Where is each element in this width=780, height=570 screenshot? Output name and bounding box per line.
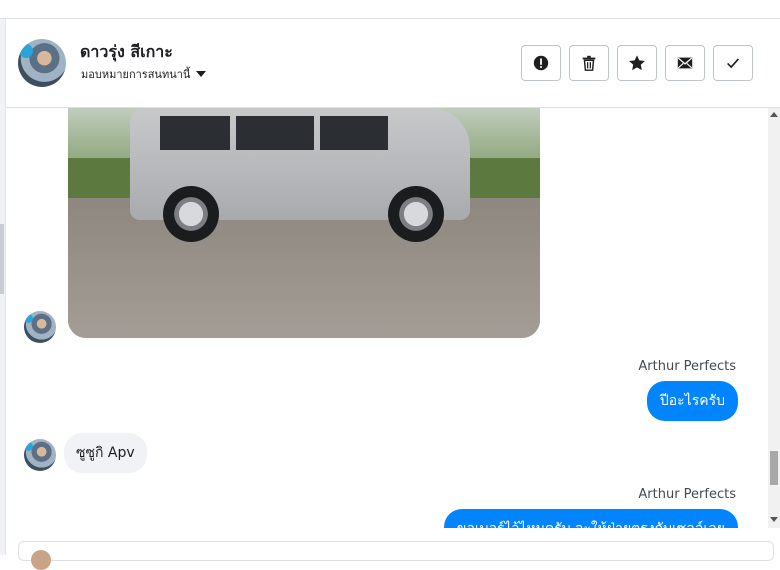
- thread-scrollbar[interactable]: [768, 108, 780, 528]
- contact-avatar-small[interactable]: [24, 439, 56, 471]
- star-button[interactable]: [617, 45, 657, 81]
- contact-avatar[interactable]: [18, 39, 66, 87]
- top-strip: [0, 0, 780, 19]
- checkmark-icon: [727, 58, 740, 69]
- mark-unread-button[interactable]: [665, 45, 705, 81]
- van-window: [236, 116, 314, 150]
- van-window: [320, 116, 388, 150]
- scrollbar-thumb[interactable]: [770, 451, 778, 485]
- van-window: [160, 116, 230, 150]
- action-toolbar: [521, 45, 753, 81]
- van-wheel: [163, 186, 219, 242]
- message-bubble-outgoing[interactable]: ปีอะไรครับ: [646, 381, 738, 421]
- contact-name[interactable]: ดาวรุ่ง สีเกาะ: [80, 40, 173, 65]
- star-icon: [629, 55, 645, 71]
- message-image[interactable]: [68, 108, 540, 338]
- composer-avatar: [31, 550, 51, 570]
- exclamation-circle-icon: [533, 55, 549, 71]
- message-composer[interactable]: [18, 541, 774, 570]
- caret-down-icon: [196, 71, 207, 77]
- avatar-badge: [24, 442, 33, 451]
- trash-icon: [582, 55, 596, 71]
- sender-name: Arthur Perfects: [638, 359, 736, 374]
- message-thread[interactable]: Arthur Perfects ปีอะไรครับ ซูซูกิ Apv Ar…: [6, 108, 768, 528]
- spam-button[interactable]: [521, 45, 561, 81]
- message-bubble-outgoing[interactable]: ขอเบอร์ไว้ไหมครับ จะให้ฝ่ายตรงกับเซลล์เล…: [443, 509, 738, 528]
- scroll-up-arrow-icon[interactable]: [770, 112, 778, 117]
- avatar-badge: [19, 44, 33, 58]
- scroll-down-arrow-icon[interactable]: [770, 517, 778, 522]
- mark-done-button[interactable]: [713, 45, 753, 81]
- left-scrollbar-thumb[interactable]: [0, 224, 4, 294]
- sender-name: Arthur Perfects: [638, 487, 736, 502]
- envelope-icon: [677, 57, 693, 69]
- conversation-header: ดาวรุ่ง สีเกาะ มอบหมายการสนทนานี้: [6, 19, 780, 108]
- van-wheel: [388, 186, 444, 242]
- assign-label: มอบหมายการสนทนานี้: [81, 68, 191, 81]
- message-bubble-incoming[interactable]: ซูซูกิ Apv: [64, 433, 147, 473]
- assign-conversation-dropdown[interactable]: มอบหมายการสนทนานี้: [81, 65, 207, 83]
- avatar-badge: [24, 314, 33, 323]
- contact-avatar-small[interactable]: [24, 311, 56, 343]
- delete-button[interactable]: [569, 45, 609, 81]
